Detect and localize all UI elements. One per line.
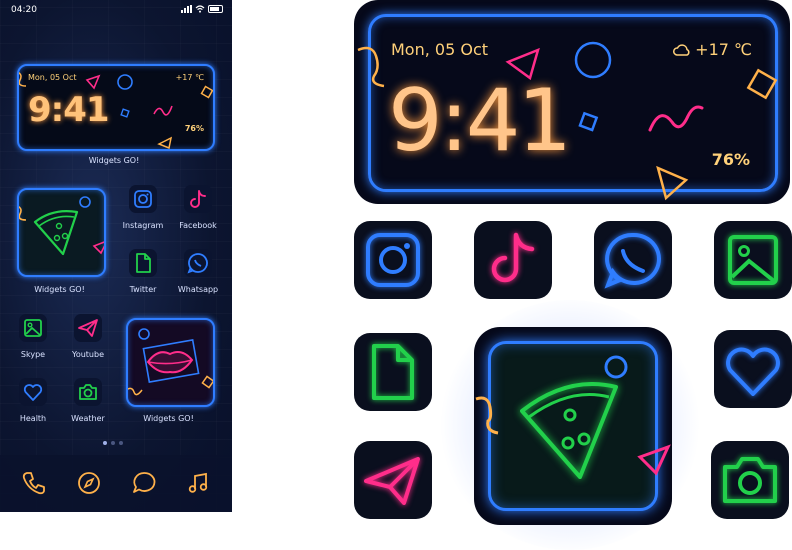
pizza-icon <box>16 196 109 256</box>
app-health[interactable] <box>19 378 47 406</box>
app-facebook[interactable] <box>184 185 212 213</box>
widget-weather: +17 ℃ <box>672 40 752 59</box>
app-label-instagram: Instagram <box>122 221 164 230</box>
weather-temp: +17 ℃ <box>695 40 752 59</box>
status-bar: 04:20 <box>0 0 232 20</box>
paper-plane-icon <box>78 319 98 337</box>
widget-label: Widgets GO! <box>143 414 194 423</box>
widget-battery: 76% <box>711 150 750 169</box>
tile-instagram[interactable] <box>354 221 432 299</box>
widget-date: Mon, 05 Oct <box>391 40 489 59</box>
tile-camera[interactable] <box>711 441 789 519</box>
music-icon <box>188 472 208 493</box>
clock-widget-small[interactable]: Mon, 05 Oct +17 ℃ 9:41 76% <box>17 64 215 151</box>
widget-label: Widgets GO! <box>34 285 85 294</box>
neon-frame <box>488 341 658 511</box>
tile-health[interactable] <box>714 330 792 408</box>
dock-compass[interactable] <box>74 468 104 498</box>
phone-screen: 04:20 Mon, 05 Oct +17 ℃ 9:41 76% Widgets… <box>0 0 232 512</box>
app-weather[interactable] <box>74 378 102 406</box>
instagram-icon <box>134 190 152 208</box>
compass-icon <box>78 472 100 494</box>
file-icon <box>372 344 414 400</box>
pizza-widget-small[interactable] <box>16 188 109 277</box>
paper-plane-icon <box>364 457 420 505</box>
status-time: 04:20 <box>11 5 37 15</box>
tiktok-icon <box>190 190 206 208</box>
status-icons <box>181 5 223 13</box>
widget-weather: +17 ℃ <box>175 73 204 82</box>
widget-time: 9:41 <box>28 90 110 130</box>
instagram-icon <box>366 233 420 287</box>
app-label-health: Health <box>19 414 47 423</box>
image-icon <box>728 235 778 285</box>
signal-icon <box>181 5 192 13</box>
app-label-twitter: Twitter <box>129 285 157 294</box>
dock-music[interactable] <box>184 468 214 498</box>
pizza-widget-large[interactable] <box>474 327 672 525</box>
camera-icon <box>79 384 97 400</box>
whatsapp-icon <box>604 232 661 289</box>
app-youtube[interactable] <box>74 314 102 342</box>
tiktok-icon <box>491 232 535 283</box>
tile-files[interactable] <box>354 333 432 411</box>
app-label-weather: Weather <box>71 414 105 423</box>
app-label-skype: Skype <box>20 350 46 359</box>
app-instagram[interactable] <box>129 185 157 213</box>
app-skype[interactable] <box>19 314 47 342</box>
phone-icon <box>22 472 45 495</box>
app-twitter[interactable] <box>129 249 157 277</box>
heart-icon <box>23 384 43 401</box>
dock <box>0 455 232 512</box>
tile-whatsapp[interactable] <box>594 221 672 299</box>
dock-messages[interactable] <box>129 468 159 498</box>
widget-label: Widgets GO! <box>88 156 140 165</box>
whatsapp-icon <box>187 253 208 274</box>
lips-widget-small[interactable] <box>125 318 215 407</box>
tile-send[interactable] <box>354 441 432 519</box>
heart-icon <box>726 347 780 396</box>
tile-tiktok[interactable] <box>474 221 552 299</box>
widget-date: Mon, 05 Oct <box>28 73 77 82</box>
app-label-youtube: Youtube <box>72 350 104 359</box>
battery-icon <box>208 5 223 13</box>
wifi-icon <box>195 5 205 13</box>
app-label-whatsapp: Whatsapp <box>177 285 219 294</box>
dock-phone[interactable] <box>19 468 49 498</box>
chat-icon <box>133 472 156 493</box>
lips-icon <box>125 328 215 396</box>
image-icon <box>24 319 42 337</box>
camera-icon <box>723 457 777 503</box>
app-whatsapp[interactable] <box>184 249 212 277</box>
file-icon <box>136 253 151 273</box>
page-indicator[interactable] <box>103 441 123 445</box>
tile-gallery[interactable] <box>714 221 792 299</box>
cloud-icon <box>673 44 690 56</box>
app-label-facebook: Facebook <box>179 221 217 230</box>
clock-widget-large[interactable]: Mon, 05 Oct +17 ℃ 9:41 76% <box>354 0 790 204</box>
widget-time: 9:41 <box>388 71 572 171</box>
widget-battery: 76% <box>184 124 204 133</box>
